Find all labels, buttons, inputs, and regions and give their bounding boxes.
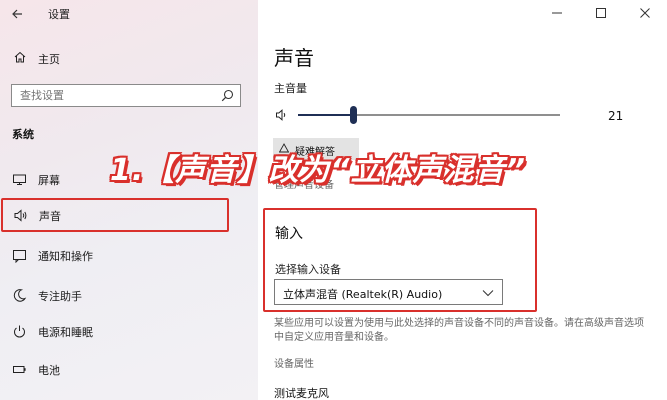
sidebar-item-focus-assist[interactable]: 专注助手 xyxy=(0,278,258,312)
minimize-icon xyxy=(552,12,562,14)
test-microphone-label: 测试麦克风 xyxy=(274,387,329,400)
sidebar-item-label: 专注助手 xyxy=(38,290,82,303)
notification-icon xyxy=(13,250,26,263)
search-input[interactable] xyxy=(12,85,212,106)
settings-search[interactable] xyxy=(11,84,241,107)
sidebar-item-notifications[interactable]: 通知和操作 xyxy=(0,238,258,272)
search-icon[interactable] xyxy=(221,89,234,102)
back-arrow-icon xyxy=(12,9,22,19)
home-icon xyxy=(14,51,26,63)
input-device-label: 选择输入设备 xyxy=(275,263,341,276)
close-button[interactable] xyxy=(623,2,667,24)
close-icon xyxy=(640,8,650,18)
slider-thumb[interactable] xyxy=(350,106,357,124)
input-device-dropdown[interactable]: 立体声混音 (Realtek(R) Audio) xyxy=(274,279,503,305)
tutorial-annotation: 1.【声音】改为“立体声混音” xyxy=(110,153,526,188)
moon-icon xyxy=(13,289,27,302)
power-icon xyxy=(14,325,25,338)
master-volume-slider[interactable] xyxy=(298,106,560,124)
input-hint-text: 某些应用可以设置为使用与此处选择的声音设备不同的声音设备。请在高级声音选项中自定… xyxy=(274,318,644,343)
sidebar-item-label: 屏幕 xyxy=(38,174,60,187)
settings-sidebar: 设置 主页 系统 屏幕 声音 通知和操作 xyxy=(0,0,258,400)
sidebar-item-home[interactable]: 主页 xyxy=(0,46,258,70)
back-button[interactable] xyxy=(8,4,28,24)
sidebar-item-battery[interactable]: 电池 xyxy=(0,352,258,386)
title-bar: 设置 xyxy=(0,0,258,28)
master-volume-label: 主音量 xyxy=(274,82,307,95)
device-properties-link[interactable]: 设备属性 xyxy=(274,355,314,370)
slider-fill xyxy=(298,114,353,116)
maximize-button[interactable] xyxy=(579,2,623,24)
minimize-button[interactable] xyxy=(535,2,579,24)
input-section-title: 输入 xyxy=(275,226,303,242)
sidebar-item-power-sleep[interactable]: 电源和睡眠 xyxy=(0,314,258,348)
sound-settings-page: 声音 主音量 21 疑难解答 管理声音设备 输入 选择输入设备 立体声混音 (R… xyxy=(258,0,667,400)
sidebar-item-label: 通知和操作 xyxy=(38,250,93,263)
sidebar-item-label: 声音 xyxy=(39,210,61,223)
sidebar-item-sound[interactable]: 声音 xyxy=(1,198,229,232)
speaker-icon[interactable] xyxy=(275,108,289,122)
app-title: 设置 xyxy=(48,8,70,21)
battery-icon xyxy=(13,366,26,373)
sidebar-group-heading: 系统 xyxy=(12,128,34,141)
speaker-icon xyxy=(14,209,27,222)
sidebar-item-label: 电池 xyxy=(38,364,60,377)
page-title: 声音 xyxy=(274,46,314,70)
chevron-down-icon xyxy=(482,290,494,297)
selected-input-device: 立体声混音 (Realtek(R) Audio) xyxy=(283,288,443,301)
sidebar-item-label: 电源和睡眠 xyxy=(38,326,93,339)
monitor-icon xyxy=(13,174,26,185)
input-section: 输入 选择输入设备 立体声混音 (Realtek(R) Audio) xyxy=(263,208,537,312)
maximize-icon xyxy=(596,8,606,18)
sidebar-item-label: 主页 xyxy=(38,53,60,66)
volume-value: 21 xyxy=(608,109,624,123)
